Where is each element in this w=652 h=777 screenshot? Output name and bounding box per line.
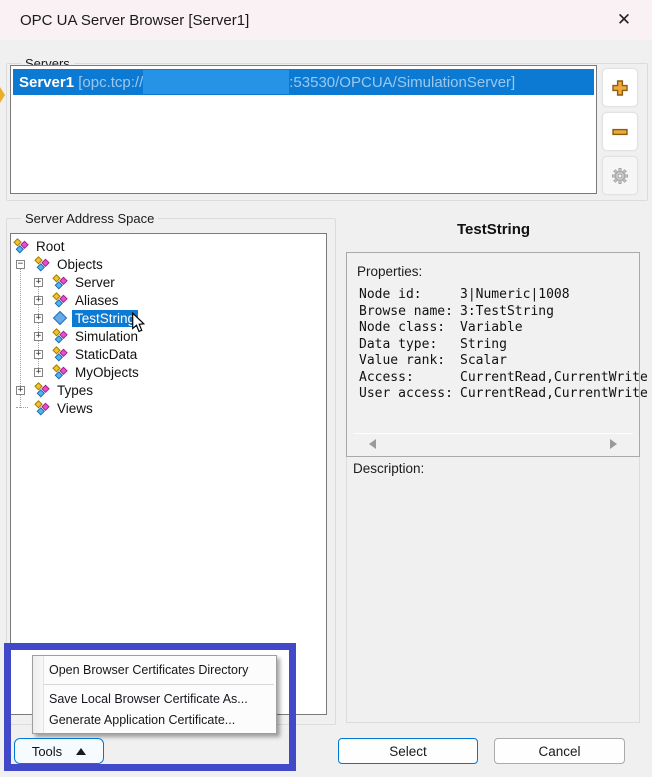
diamonds-icon — [52, 364, 68, 380]
property-value: 3|Numeric|1008 — [460, 287, 570, 304]
diamonds-icon — [52, 346, 68, 362]
property-label: Node class: — [359, 320, 460, 337]
tree-node-label: MyObjects — [72, 364, 142, 381]
scroll-left-arrow-icon[interactable] — [369, 439, 376, 449]
property-row: Node class:Variable — [359, 320, 635, 337]
tree-node-label: Root — [33, 238, 68, 255]
server-list-item[interactable]: Server1 [opc.tcp:// :53530/OPCUA/Simulati… — [13, 69, 594, 95]
properties-label: Properties: — [357, 264, 422, 279]
tree-node-server[interactable]: + Server — [11, 273, 326, 291]
server-name: Server1 — [19, 74, 74, 91]
property-label: User access: — [359, 386, 460, 403]
select-button-label: Select — [389, 744, 427, 759]
diamonds-icon — [13, 238, 29, 254]
tree-node-simulation[interactable]: +Simulation — [11, 327, 326, 345]
menu-separator — [43, 684, 274, 685]
title-bar: OPC UA Server Browser [Server1] — [0, 0, 652, 40]
property-label: Value rank: — [359, 353, 460, 370]
property-value: 3:TestString — [460, 304, 554, 321]
tree-expander-plus-icon[interactable]: + — [16, 386, 25, 395]
tree-expander-plus-icon[interactable]: + — [34, 350, 43, 359]
tree-connector-stub — [16, 407, 28, 409]
tools-menu: Open Browser Certificates Directory Save … — [32, 655, 277, 734]
property-row: Node id:3|Numeric|1008 — [359, 287, 635, 304]
tree-node-teststring[interactable]: + TestString — [11, 309, 326, 327]
diamonds-icon — [34, 256, 50, 272]
property-row: Access:CurrentRead,CurrentWrite — [359, 370, 635, 387]
property-row: User access:CurrentRead,CurrentWrite — [359, 386, 635, 403]
property-label: Access: — [359, 370, 460, 387]
mouse-cursor-icon — [131, 312, 146, 334]
properties-box: Properties: Node id:3|Numeric|1008Browse… — [346, 252, 640, 457]
tree-node-label: TestString — [72, 310, 138, 327]
description-label: Description: — [353, 461, 424, 476]
remove-server-button[interactable] — [602, 112, 638, 151]
diamonds-icon — [52, 328, 68, 344]
tree-expander-plus-icon[interactable]: + — [34, 278, 43, 287]
annotation-arrow-fragment — [0, 87, 5, 103]
property-label: Node id: — [359, 287, 460, 304]
property-value: CurrentRead,CurrentWrite — [460, 370, 648, 387]
blue-diamond-icon — [52, 310, 68, 326]
tree-node-label: StaticData — [72, 346, 140, 363]
tools-button-label: Tools — [32, 744, 62, 759]
tree-expander-plus-icon[interactable]: + — [34, 368, 43, 377]
tree-expander-plus-icon[interactable]: + — [34, 332, 43, 341]
server-list[interactable]: Server1 [opc.tcp:// :53530/OPCUA/Simulati… — [10, 65, 597, 194]
property-label: Data type: — [359, 337, 460, 354]
server-url-prefix: [opc.tcp:// — [74, 74, 143, 91]
tree-node-staticdata[interactable]: + StaticData — [11, 345, 326, 363]
property-label: Browse name: — [359, 304, 460, 321]
menu-item[interactable]: Open Browser Certificates Directory — [33, 660, 276, 681]
tree-node-myobjects[interactable]: + MyObjects — [11, 363, 326, 381]
tree-node-views[interactable]: Views — [11, 399, 326, 417]
plus-icon — [610, 78, 630, 98]
server-settings-button[interactable] — [602, 156, 638, 195]
tree-node-label: Objects — [54, 256, 106, 273]
diamonds-icon — [52, 274, 68, 290]
cancel-button[interactable]: Cancel — [494, 738, 625, 764]
tree-node-label: Aliases — [72, 292, 122, 309]
diamonds-icon — [34, 382, 50, 398]
server-url-suffix: :53530/OPCUA/SimulationServer] — [289, 74, 515, 91]
gear-icon — [611, 167, 629, 185]
scroll-right-arrow-icon[interactable] — [610, 439, 617, 449]
property-value: String — [460, 337, 507, 354]
property-row: Browse name:3:TestString — [359, 304, 635, 321]
minus-icon — [610, 122, 630, 142]
close-button[interactable]: ✕ — [604, 4, 644, 36]
tree-expander-plus-icon[interactable]: + — [34, 314, 43, 323]
tree-node-label: Server — [72, 274, 118, 291]
chevron-up-icon — [76, 748, 86, 755]
property-row: Data type:String — [359, 337, 635, 354]
tree-node-root[interactable]: Root — [11, 237, 326, 255]
tree-expander-plus-icon[interactable]: + — [34, 296, 43, 305]
menu-item[interactable]: Generate Application Certificate... — [33, 710, 276, 731]
menu-item[interactable]: Save Local Browser Certificate As... — [33, 689, 276, 710]
horizontal-scrollbar[interactable] — [353, 433, 633, 452]
tools-button[interactable]: Tools — [14, 738, 104, 764]
property-value: CurrentRead,CurrentWrite — [460, 386, 648, 403]
redaction-block — [143, 70, 289, 94]
cancel-button-label: Cancel — [538, 744, 580, 759]
diamonds-icon — [52, 292, 68, 308]
property-row: Value rank:Scalar — [359, 353, 635, 370]
tree-node-label: Types — [54, 382, 96, 399]
selected-node-title: TestString — [346, 221, 641, 238]
window-title: OPC UA Server Browser [Server1] — [0, 12, 249, 29]
select-button[interactable]: Select — [338, 738, 478, 764]
tree-expander-minus-icon[interactable]: − — [16, 260, 25, 269]
property-value: Scalar — [460, 353, 507, 370]
details-panel: Properties: Node id:3|Numeric|1008Browse… — [346, 252, 640, 723]
property-value: Variable — [460, 320, 523, 337]
add-server-button[interactable] — [602, 68, 638, 107]
tree-node-aliases[interactable]: + Aliases — [11, 291, 326, 309]
diamonds-icon — [34, 400, 50, 416]
address-space-group-label: Server Address Space — [21, 211, 158, 226]
tree-node-objects[interactable]: − Objects — [11, 255, 326, 273]
tree-node-label: Views — [54, 400, 96, 417]
address-space-tree[interactable]: Root−Objects+Server+Aliases+TestString+S… — [10, 233, 327, 715]
tree-node-types[interactable]: + Types — [11, 381, 326, 399]
